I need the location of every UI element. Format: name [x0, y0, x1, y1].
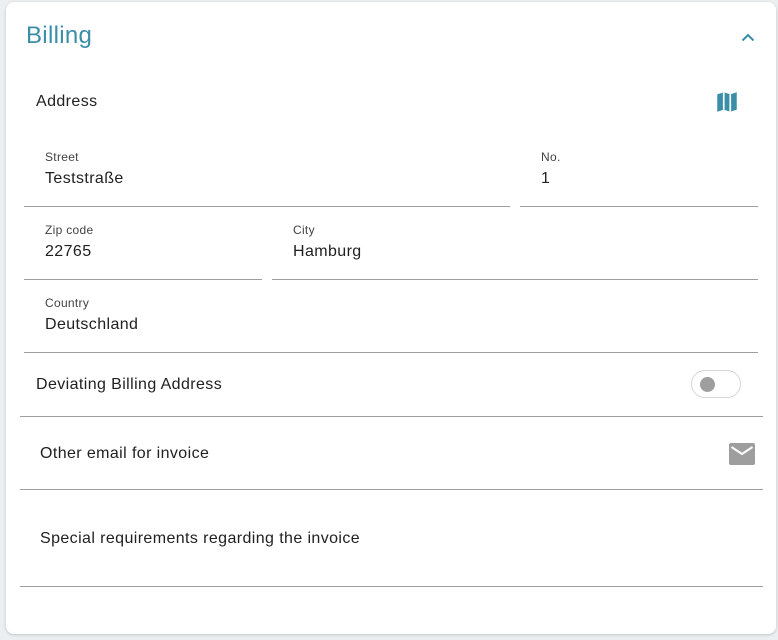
street-value: Teststraße — [45, 170, 124, 187]
chevron-up-icon — [741, 33, 755, 41]
country-field[interactable]: Country Deutschland — [24, 288, 758, 353]
section-title: Billing — [26, 22, 93, 49]
deviating-billing-label: Deviating Billing Address — [36, 376, 223, 393]
divider — [20, 416, 763, 417]
street-label: Street — [45, 150, 79, 164]
street-field[interactable]: Street Teststraße — [24, 142, 510, 207]
city-field[interactable]: City Hamburg — [272, 215, 758, 280]
number-field[interactable]: No. 1 — [520, 142, 758, 207]
zip-value: 22765 — [45, 243, 92, 260]
special-requirements-input[interactable]: Special requirements regarding the invoi… — [40, 529, 360, 549]
divider — [20, 586, 763, 587]
address-label: Address — [36, 93, 98, 110]
number-label: No. — [541, 150, 561, 164]
country-label: Country — [45, 296, 90, 310]
billing-card: Billing Address Street Teststraße No. 1 … — [6, 2, 776, 634]
divider — [20, 489, 763, 490]
country-value: Deutschland — [45, 316, 139, 333]
zip-label: Zip code — [45, 223, 94, 237]
map-icon[interactable] — [714, 89, 740, 115]
mail-icon[interactable] — [729, 443, 755, 465]
collapse-button[interactable] — [736, 25, 760, 49]
zip-field[interactable]: Zip code 22765 — [24, 215, 262, 280]
invoice-email-input[interactable]: Other email for invoice — [40, 444, 209, 464]
number-value: 1 — [541, 170, 551, 187]
deviating-billing-toggle[interactable] — [691, 370, 741, 398]
city-value: Hamburg — [293, 243, 362, 260]
city-label: City — [293, 223, 315, 237]
toggle-knob — [700, 377, 715, 392]
